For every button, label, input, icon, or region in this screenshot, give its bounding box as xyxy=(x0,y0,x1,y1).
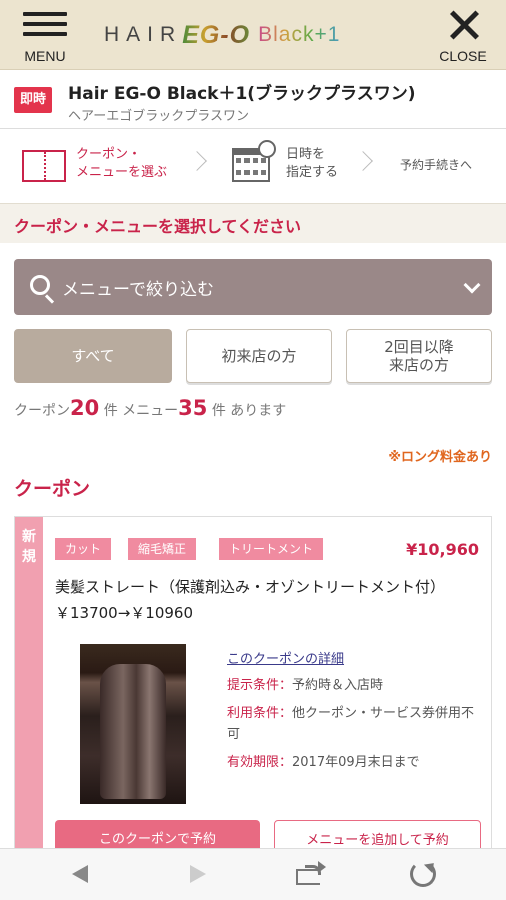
section-title: クーポン・メニューを選択してください xyxy=(14,217,302,236)
condition-expiry: 有効期限：2017年09月末日まで xyxy=(227,752,485,773)
condition-use: 利用条件：他クーポン・サービス券併用不可 xyxy=(227,703,485,745)
close-button[interactable]: CLOSE xyxy=(432,8,494,64)
new-label: 新 規 xyxy=(22,529,36,565)
shop-info: 即時 Hair EG-O Black＋1(ブラックプラスワン) ヘアーエゴブラッ… xyxy=(0,71,506,129)
filter-all[interactable]: すべて xyxy=(14,329,172,383)
new-strip: 新 規 xyxy=(15,517,43,857)
share-icon[interactable] xyxy=(296,861,326,887)
condition-key: 有効期限： xyxy=(227,755,293,770)
menu-button[interactable]: MENU xyxy=(14,8,76,64)
coupon-heading: クーポン xyxy=(14,478,91,500)
tag-cut: カット xyxy=(55,538,112,560)
salon-logo: HAIR EG-O Black+1 xyxy=(104,18,340,52)
tag-treatment: トリートメント xyxy=(219,538,324,560)
menu-count-unit: 件 xyxy=(211,403,226,419)
top-header: MENU HAIR EG-O Black+1 CLOSE xyxy=(0,0,506,70)
shop-name: Hair EG-O Black＋1(ブラックプラスワン) xyxy=(68,84,416,104)
condition-value: 2017年09月末日まで xyxy=(292,755,420,770)
step-select-date: 日時を 指定する xyxy=(286,147,339,180)
chevron-down-icon xyxy=(463,276,481,294)
counts-suffix: あります xyxy=(230,403,287,419)
close-icon xyxy=(449,10,479,40)
logo-ego: EG-O xyxy=(182,20,251,49)
condition-key: 提示条件： xyxy=(227,678,293,693)
back-arrow-icon[interactable] xyxy=(72,865,88,883)
search-icon xyxy=(30,275,50,295)
booking-steps: クーポン・ メニューを選ぶ 日時を 指定する 予約手続きへ xyxy=(0,136,506,196)
section-bar: クーポン・メニューを選択してください xyxy=(0,203,506,243)
result-counts: クーポン20 件 メニュー35 件 あります xyxy=(14,396,286,420)
reload-icon[interactable] xyxy=(410,861,436,887)
browser-toolbar xyxy=(0,848,506,900)
clock-icon xyxy=(258,140,276,158)
tag-straightening: 縮毛矯正 xyxy=(128,538,197,560)
instant-badge: 即時 xyxy=(14,87,52,113)
hair-photo xyxy=(80,644,186,804)
menu-count-label: メニュー xyxy=(122,403,179,419)
logo-hair: HAIR xyxy=(104,23,183,46)
hamburger-icon xyxy=(23,12,67,36)
forward-arrow-icon[interactable] xyxy=(190,865,206,883)
coupon-title: 美髪ストレート（保護剤込み・オゾントリートメント付）￥13700→￥10960 xyxy=(55,578,446,622)
menu-filter-dropdown[interactable]: メニューで絞り込む xyxy=(14,259,492,315)
coupon-card: 新 規 カット 縮毛矯正 トリートメント ¥10,960 美髪ストレート（保護剤… xyxy=(14,516,492,860)
close-label: CLOSE xyxy=(439,48,487,64)
coupon-count-unit: 件 xyxy=(103,403,118,419)
step-booking: 予約手続きへ xyxy=(400,158,473,172)
coupon-price: ¥10,960 xyxy=(406,540,479,559)
menu-filter-label: メニューで絞り込む xyxy=(62,280,214,300)
condition-present: 提示条件：予約時＆入店時 xyxy=(227,675,485,696)
visitor-filter: すべて 初来店の方 2回目以降 来店の方 xyxy=(14,329,492,383)
filter-repeat-visit[interactable]: 2回目以降 来店の方 xyxy=(346,329,492,383)
coupon-ticket-icon xyxy=(22,150,66,182)
coupon-detail-link[interactable]: このクーポンの詳細 xyxy=(227,648,344,667)
coupon-count-label: クーポン xyxy=(14,403,70,419)
menu-label: MENU xyxy=(24,48,66,64)
chevron-right-icon xyxy=(353,151,373,171)
shop-kana: ヘアーエゴブラックプラスワン xyxy=(68,109,249,124)
coupon-count: 20 xyxy=(70,396,100,420)
menu-count: 35 xyxy=(178,396,208,420)
step-select-coupon: クーポン・ メニューを選ぶ xyxy=(76,147,168,180)
chevron-right-icon xyxy=(187,151,207,171)
long-hair-note: ※ロング料金あり xyxy=(388,450,492,465)
condition-value: 予約時＆入店時 xyxy=(292,678,384,693)
logo-black: Black+1 xyxy=(258,23,341,46)
condition-key: 利用条件： xyxy=(227,706,293,721)
filter-first-visit[interactable]: 初来店の方 xyxy=(186,329,332,383)
